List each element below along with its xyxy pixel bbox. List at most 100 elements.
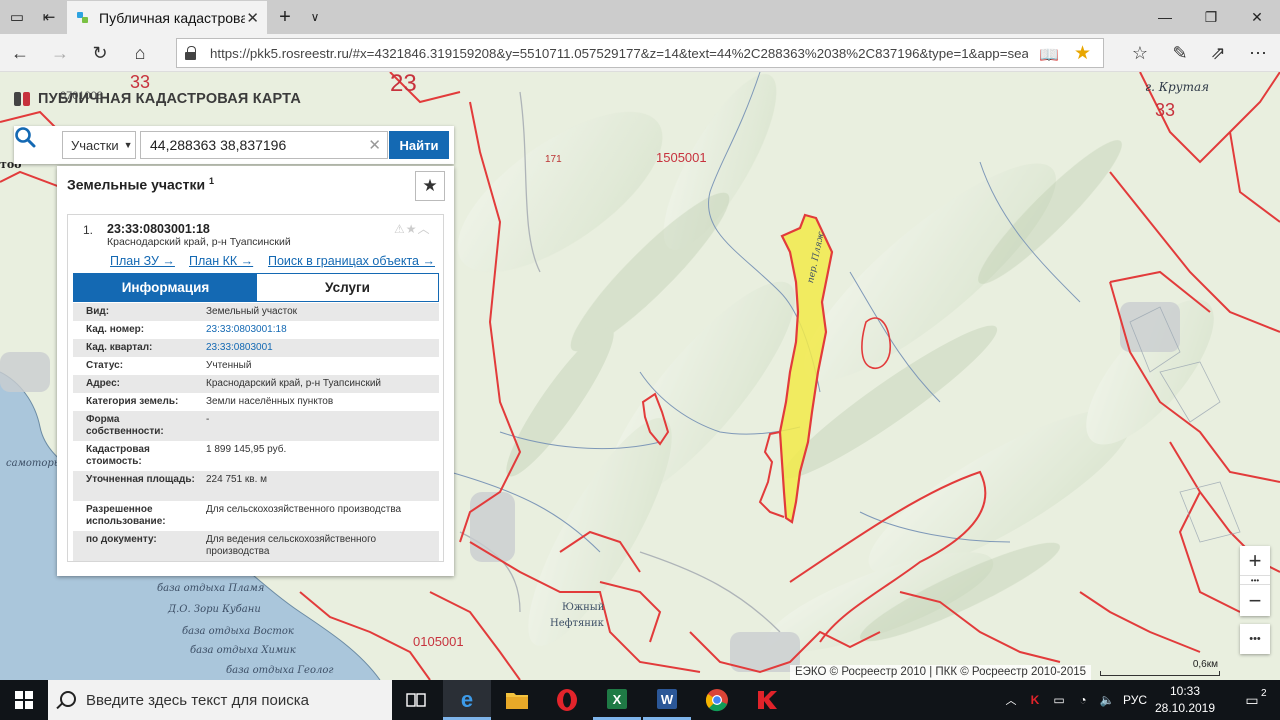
prop-value: Земли населённых пунктов: [206, 396, 334, 407]
zoom-in-button[interactable]: +: [1240, 546, 1270, 576]
favorites-list-icon[interactable]: ☆: [1120, 34, 1160, 72]
lock-icon: [185, 46, 198, 60]
tray-show-hidden-icon[interactable]: ︿: [1000, 680, 1022, 720]
prop-row: Кад. номер: 23:33:0803001:18: [73, 321, 439, 339]
share-icon[interactable]: ⇗: [1198, 34, 1238, 72]
scale-bar: 0,6км: [1100, 657, 1220, 679]
result-cad-number[interactable]: 23:33:0803001:18: [107, 222, 210, 236]
prop-value-link[interactable]: 23:33:0803001:18: [206, 324, 434, 336]
map-label-base-geolog: база отдыха Геолог: [226, 665, 334, 676]
tabs-aside-icon[interactable]: ▭: [0, 0, 34, 34]
cadastral-map[interactable]: 0701008 23 33 33 г. Крутая 1505001 171 0…: [0, 72, 1280, 680]
prop-key: Кадастровая стоимость:: [86, 444, 150, 467]
opera-icon[interactable]: [543, 680, 591, 720]
maximize-icon[interactable]: ❐: [1188, 0, 1234, 34]
search-input[interactable]: 44,288363 38,837196 ✕: [140, 131, 388, 159]
excel-icon[interactable]: X: [593, 680, 641, 720]
link-plan-zu[interactable]: План ЗУ →: [110, 254, 175, 268]
volume-icon[interactable]: 🔈: [1096, 680, 1118, 720]
close-tab-icon[interactable]: ✕: [246, 9, 259, 27]
kaspersky-icon[interactable]: [743, 680, 791, 720]
search-type-select[interactable]: Участки ▼: [62, 131, 136, 159]
prop-row: Статус: Учтенный: [73, 357, 439, 375]
browser-tab[interactable]: Публичная кадастрова ✕: [67, 1, 267, 34]
browser-tab-bar: ▭ ⇤ Публичная кадастрова ✕ + ∨ — ❐ ✕: [0, 0, 1280, 34]
result-tabs: Информация Услуги: [73, 273, 439, 302]
prop-row: по документу: Для ведения сельскохозяйств…: [73, 531, 439, 561]
kaspersky-tray-icon[interactable]: K: [1024, 680, 1046, 720]
properties-table: Вид: Земельный участок Кад. номер: 23:33:0…: [73, 303, 439, 561]
task-view-icon[interactable]: [392, 680, 440, 720]
prop-key: по документу:: [86, 534, 157, 545]
scale-line: [1100, 671, 1220, 676]
network-icon[interactable]: ◔: [1072, 680, 1094, 720]
battery-icon[interactable]: ▭: [1048, 680, 1070, 720]
clock[interactable]: 10:33 28.10.2019: [1146, 683, 1224, 717]
address-bar[interactable]: https://pkk5.rosreestr.ru/#x=4321846.319…: [176, 38, 1104, 68]
zoom-out-button[interactable]: −: [1240, 586, 1270, 616]
link-search-within[interactable]: Поиск в границах объекта →: [268, 254, 435, 268]
taskbar-search-box[interactable]: Введите здесь текст для поиска: [48, 680, 392, 720]
map-road-171: 171: [545, 154, 562, 165]
svg-text:e: e: [461, 687, 473, 711]
map-label-base-vostok: база отдыха Восток: [182, 626, 294, 637]
new-tab-icon[interactable]: +: [268, 0, 302, 34]
close-window-icon[interactable]: ✕: [1234, 0, 1280, 34]
tab-title: Публичная кадастрова: [99, 9, 245, 26]
bookmark-star-icon[interactable]: ★: [406, 222, 418, 236]
prop-row: Уточненная площадь: 224 751 кв. м: [73, 471, 439, 501]
link-plan-kk[interactable]: План КК →: [189, 254, 253, 268]
prop-key: Вид:: [86, 306, 110, 317]
tab-back-icon[interactable]: ⇤: [32, 0, 66, 34]
action-center-icon[interactable]: ▭ 2: [1232, 680, 1272, 720]
map-label-mount: г. Крутая: [1145, 80, 1210, 94]
prop-value: Для ведения сельскохозяйственного произв…: [206, 534, 377, 557]
favorites-star-button[interactable]: ★: [415, 171, 445, 201]
map-zone-33-right: 33: [1155, 100, 1176, 120]
warning-icon[interactable]: ⚠: [394, 222, 406, 236]
back-arrow-icon[interactable]: ←: [0, 34, 40, 72]
collapse-chevron-icon[interactable]: ︿: [418, 222, 431, 236]
search-type-value: Участки: [71, 137, 119, 153]
prop-key: Кад. номер:: [86, 324, 145, 335]
results-count: 1: [208, 176, 214, 186]
tab-services[interactable]: Услуги: [257, 274, 438, 301]
search-query-text: 44,288363 38,837196: [150, 137, 287, 153]
start-button[interactable]: [0, 680, 48, 720]
favorite-star-icon[interactable]: ★: [1074, 42, 1091, 65]
chrome-icon[interactable]: [693, 680, 741, 720]
prop-row: Кад. квартал: 23:33:0803001: [73, 339, 439, 357]
prop-value-link[interactable]: 23:33:0803001: [206, 342, 434, 354]
tab-list-chevron-icon[interactable]: ∨: [298, 0, 332, 34]
file-explorer-icon[interactable]: [493, 680, 541, 720]
browser-nav-bar: ← → ↻ ⌂ https://pkk5.rosreestr.ru/#x=432…: [0, 34, 1280, 72]
map-label-yuzhny: Южный: [562, 602, 605, 613]
more-menu-icon[interactable]: ⋯: [1238, 34, 1278, 72]
prop-key: Категория земель:: [86, 396, 179, 407]
zoom-levels-icon[interactable]: •••: [1240, 575, 1270, 585]
forward-arrow-icon[interactable]: →: [40, 34, 80, 72]
search-bar: Участки ▼ 44,288363 38,837196 ✕ Найти: [14, 126, 454, 164]
map-label-neftyanik: Нефтяник: [550, 618, 604, 629]
prop-value: Земельный участок: [206, 306, 298, 317]
result-address: Краснодарский край, р-н Туапсинский: [107, 236, 291, 248]
clear-search-icon[interactable]: ✕: [368, 136, 381, 154]
prop-value: Для сельскохозяйственного производства: [206, 504, 402, 515]
home-icon[interactable]: ⌂: [120, 34, 160, 72]
prop-row: Разрешенное использование: Для сельскохоз…: [73, 501, 439, 531]
pen-icon[interactable]: ✎: [1160, 34, 1200, 72]
refresh-icon[interactable]: ↻: [80, 34, 120, 72]
clock-date: 28.10.2019: [1154, 701, 1216, 715]
minimize-icon[interactable]: —: [1142, 0, 1188, 34]
word-icon[interactable]: W: [643, 680, 691, 720]
search-button[interactable]: Найти: [389, 131, 449, 159]
map-label-base-himik: база отдыха Химик: [190, 645, 296, 656]
search-icon[interactable]: [14, 126, 36, 148]
app-title: ПУБЛИЧНАЯ КАДАСТРОВАЯ КАРТА: [14, 90, 301, 108]
edge-browser-icon[interactable]: e: [443, 680, 491, 720]
prop-key: Уточненная площадь:: [86, 474, 195, 485]
map-more-button[interactable]: •••: [1240, 624, 1270, 654]
app-title-text: ПУБЛИЧНАЯ КАДАСТРОВАЯ КАРТА: [38, 91, 301, 107]
reading-view-icon[interactable]: 📖: [1039, 45, 1059, 65]
tab-information[interactable]: Информация: [74, 274, 257, 301]
